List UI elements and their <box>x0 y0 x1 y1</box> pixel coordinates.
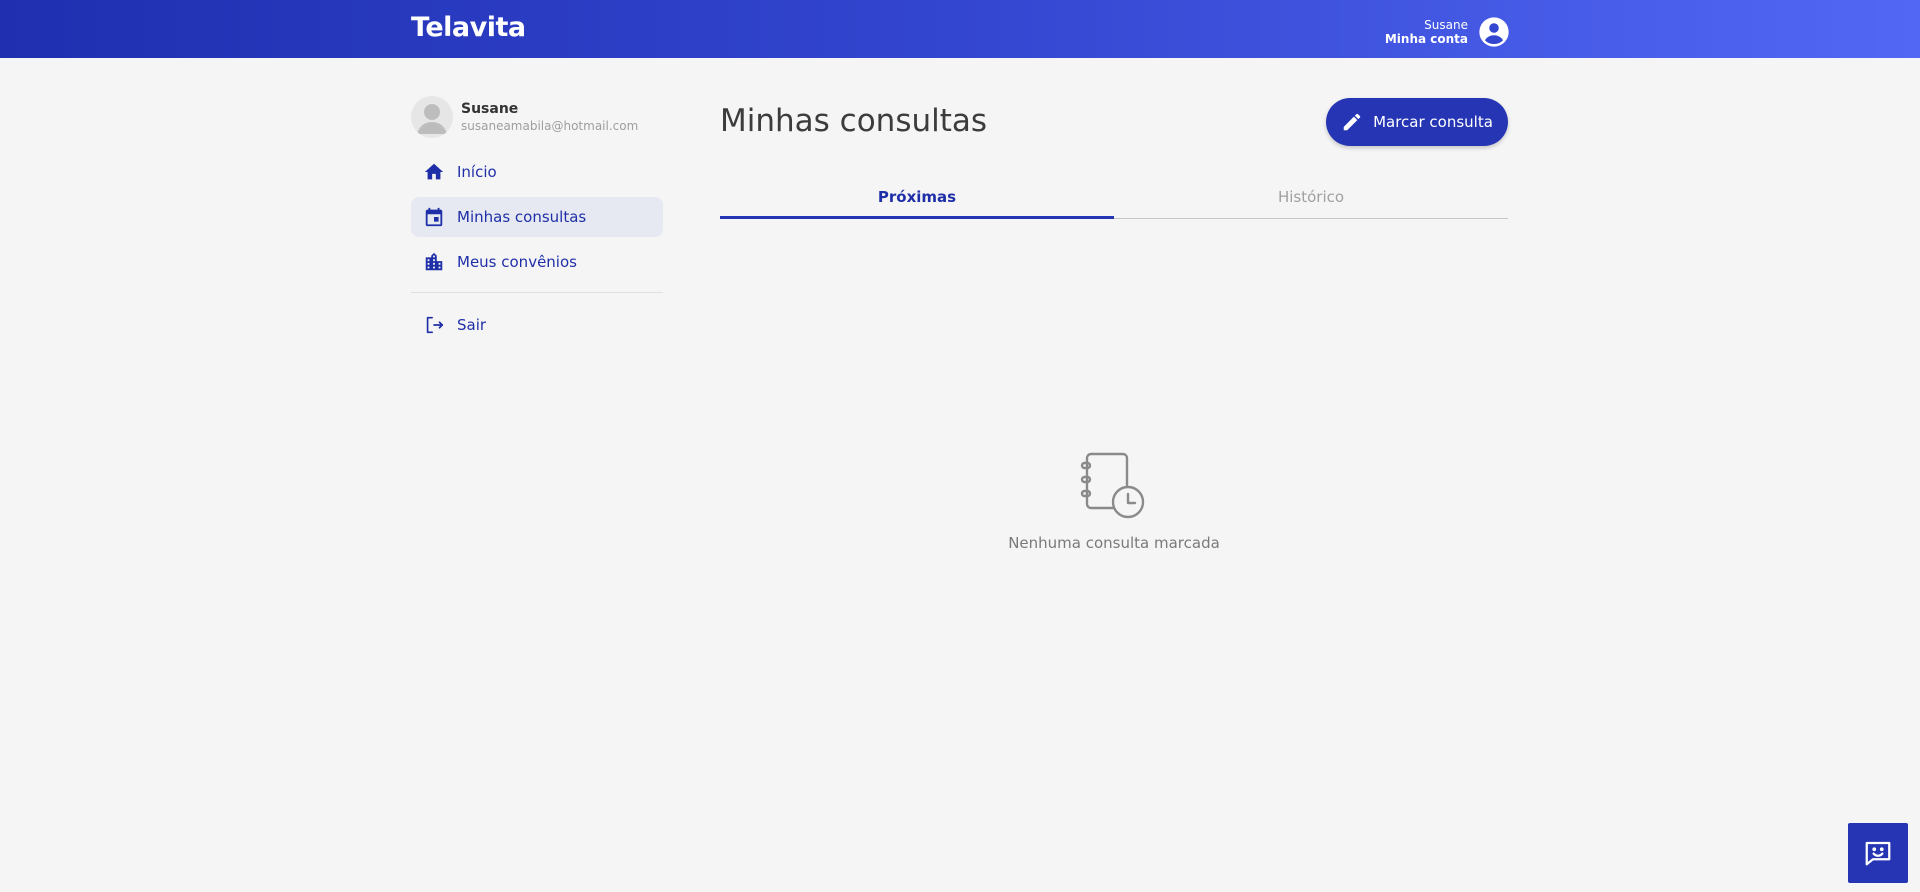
home-icon <box>424 163 444 180</box>
schedule-appointment-button[interactable]: Marcar consulta <box>1326 98 1508 146</box>
sidebar-item-label: Minhas consultas <box>457 208 587 226</box>
sidebar-item-label: Início <box>457 163 497 181</box>
avatar <box>411 96 453 138</box>
sidebar-divider <box>411 292 663 293</box>
profile-name: Susane <box>461 101 519 117</box>
schedule-appointment-label: Marcar consulta <box>1373 113 1493 131</box>
page-title: Minhas consultas <box>720 103 988 139</box>
sidebar-item-minhas-consultas[interactable]: Minhas consultas <box>411 197 663 237</box>
tab-historico[interactable]: Histórico <box>1114 180 1508 218</box>
logout-button[interactable]: Sair <box>411 305 663 345</box>
chat-widget-button[interactable] <box>1848 823 1908 883</box>
profile-email: susaneamabila@hotmail.com <box>461 119 639 133</box>
chat-icon <box>1865 841 1891 866</box>
appointment-tabs: Próximas Histórico <box>720 180 1508 219</box>
account-link[interactable]: Minha conta <box>1385 32 1468 46</box>
logo[interactable]: Telavita <box>411 12 526 43</box>
sidebar-item-label: Meus convênios <box>457 253 577 271</box>
account-user-name: Susane <box>1424 17 1468 32</box>
account-menu[interactable]: Susane Minha conta <box>1385 16 1510 48</box>
calendar-icon <box>425 207 443 227</box>
logout-icon <box>426 316 444 334</box>
agenda-clock-icon <box>1080 452 1145 519</box>
pencil-icon <box>1343 113 1361 131</box>
user-circle-icon[interactable] <box>1478 16 1510 48</box>
avatar-placeholder-icon <box>417 104 447 134</box>
sidebar-item-inicio[interactable]: Início <box>411 152 663 192</box>
sidebar: Susane susaneamabila@hotmail.com Início … <box>411 96 663 350</box>
logout-label: Sair <box>457 316 487 334</box>
building-icon <box>425 252 443 271</box>
empty-state: Nenhuma consulta marcada <box>720 450 1508 552</box>
profile-card: Susane susaneamabila@hotmail.com <box>411 96 663 138</box>
empty-state-message: Nenhuma consulta marcada <box>1008 534 1220 552</box>
top-bar: Telavita Susane Minha conta <box>0 0 1920 58</box>
sidebar-item-meus-convenios[interactable]: Meus convênios <box>411 242 663 282</box>
tab-proximas[interactable]: Próximas <box>720 180 1114 219</box>
